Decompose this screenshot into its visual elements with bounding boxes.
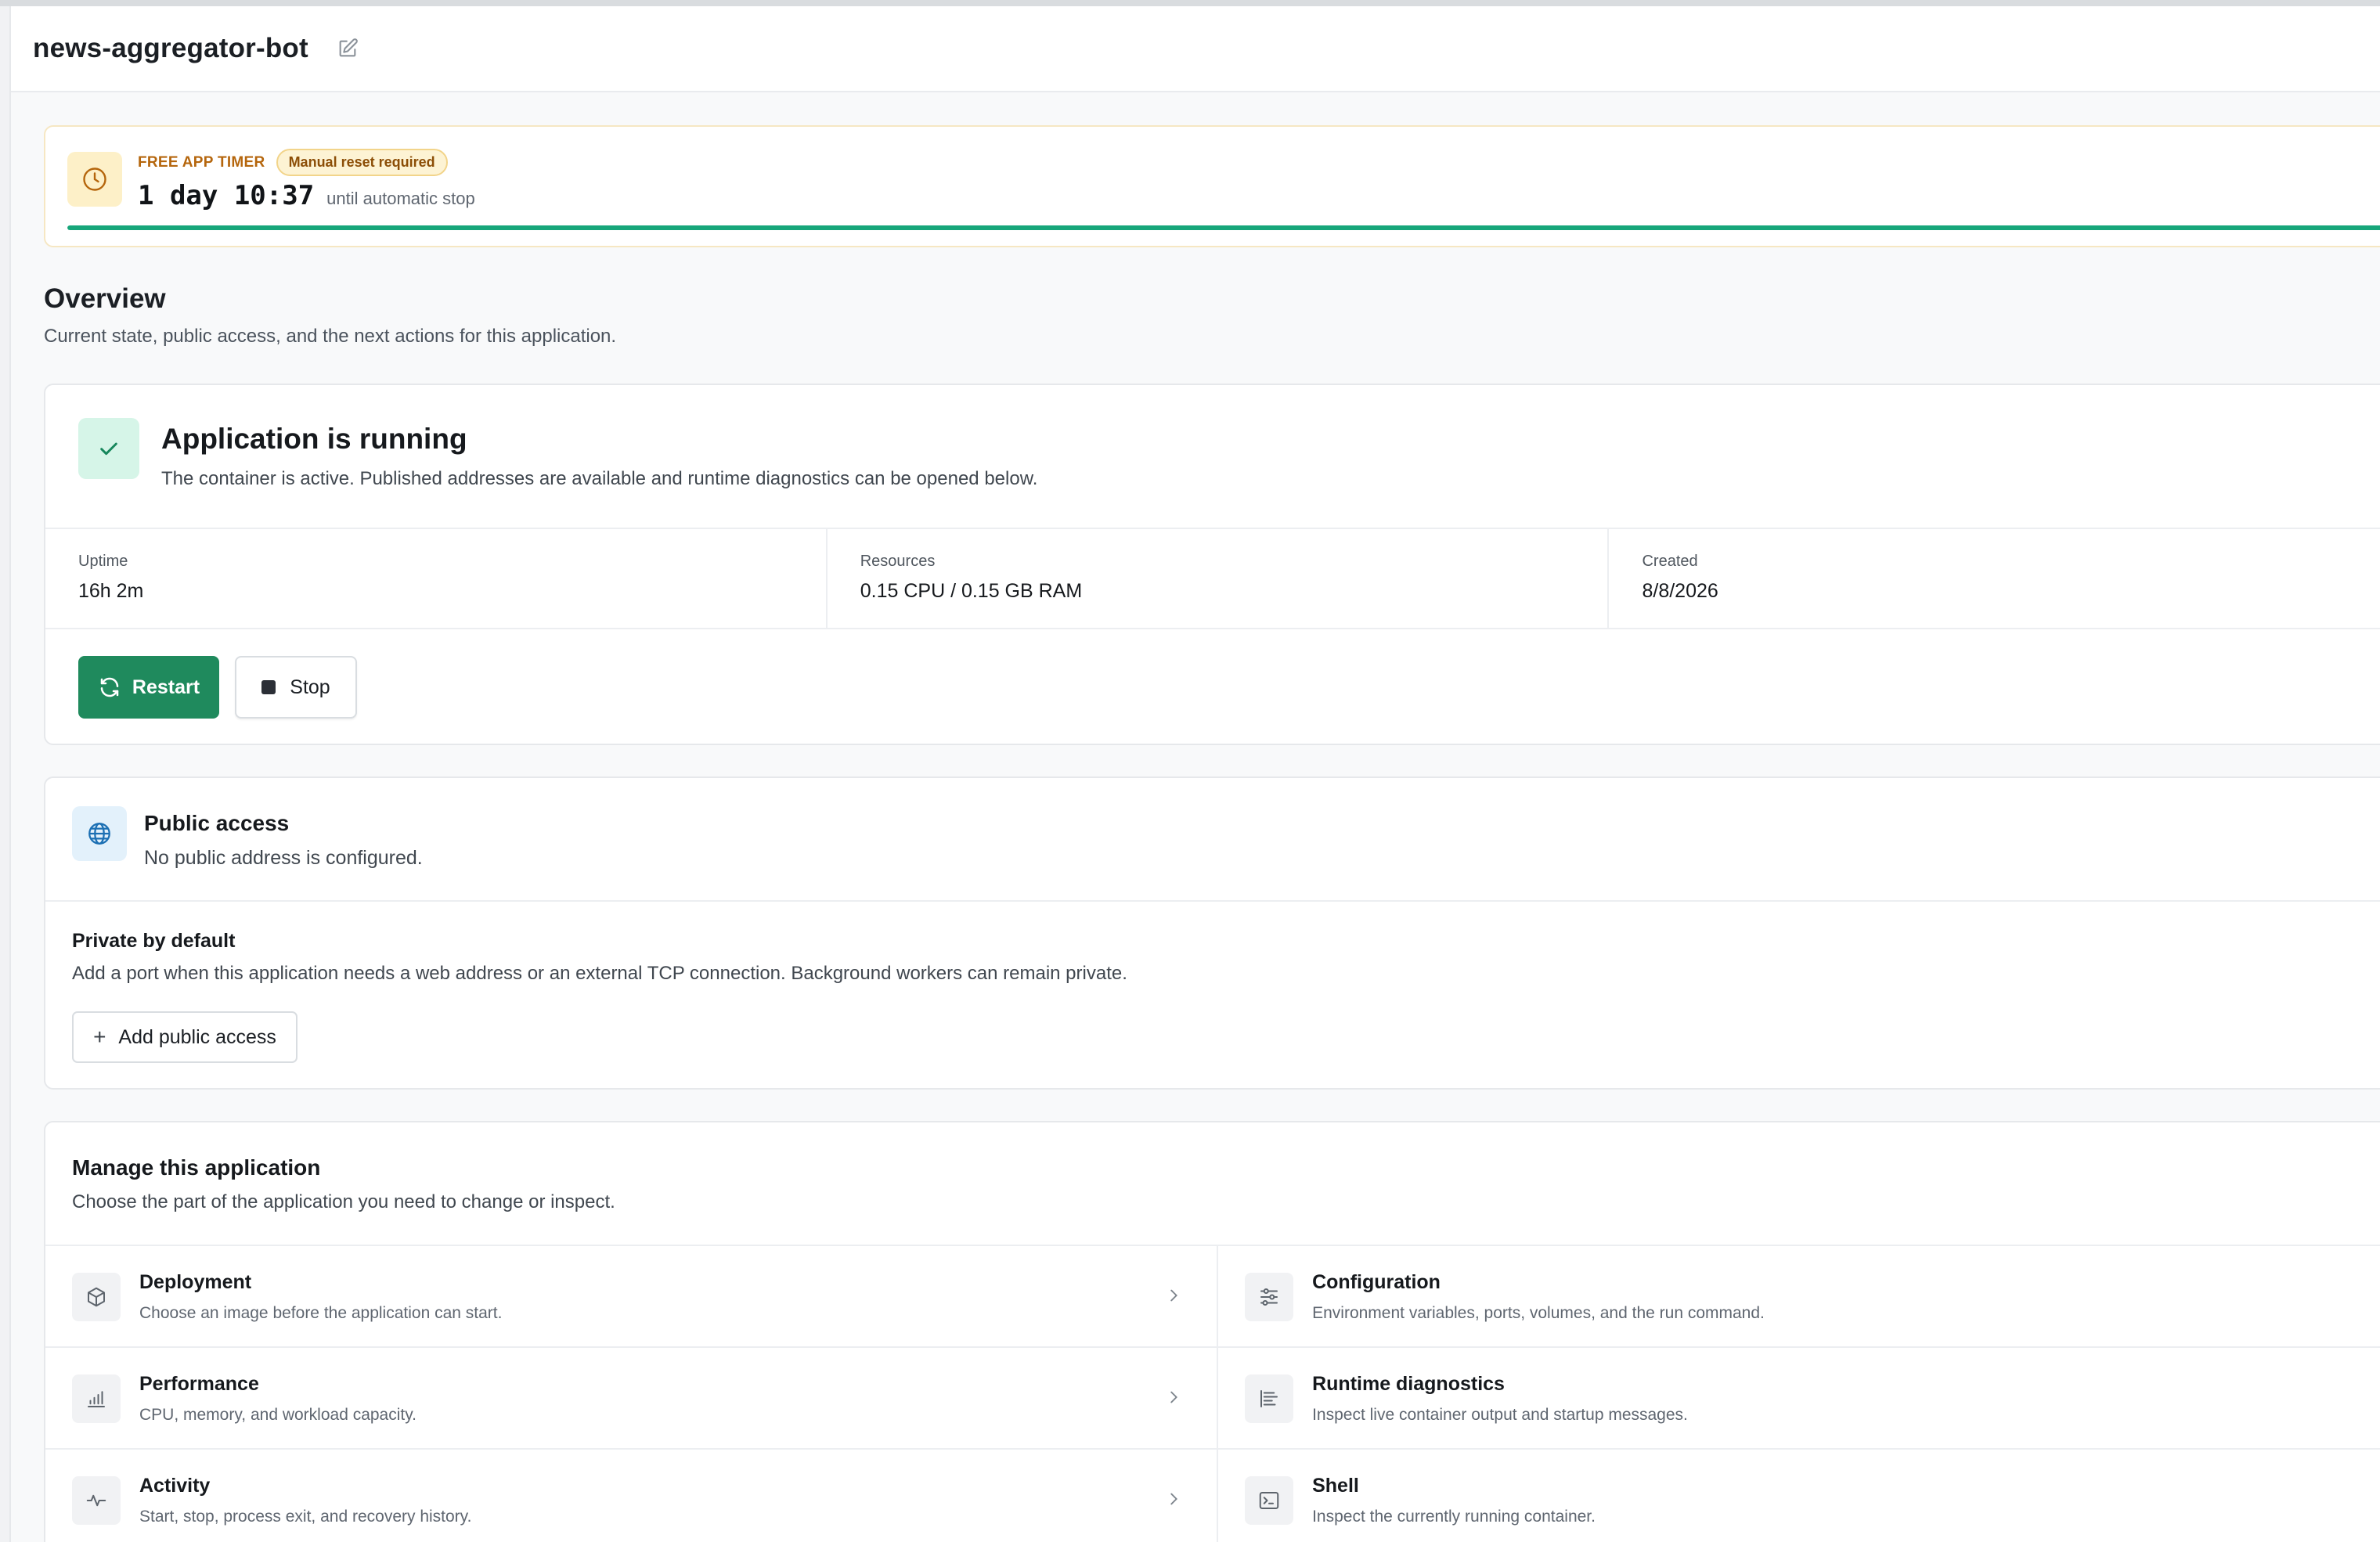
restart-button[interactable]: Restart xyxy=(78,656,219,719)
manage-grid: Deployment Choose an image before the ap… xyxy=(45,1245,2380,1542)
stat-value: 16h 2m xyxy=(78,580,144,602)
free-app-timer-banner: FREE APP TIMER Manual reset required 1 d… xyxy=(44,125,2380,247)
timer-label: FREE APP TIMER xyxy=(138,153,265,171)
manage-item-label: Activity xyxy=(139,1475,211,1497)
manage-subtitle: Choose the part of the application you n… xyxy=(72,1191,615,1212)
manage-item-label: Runtime diagnostics xyxy=(1312,1373,1505,1395)
bar-chart-icon xyxy=(72,1374,121,1423)
private-default-title: Private by default xyxy=(72,930,236,952)
manage-item-label: Deployment xyxy=(139,1271,252,1293)
overview-title: Overview xyxy=(44,283,166,314)
sliders-icon xyxy=(1245,1273,1294,1321)
manage-item-label: Configuration xyxy=(1312,1271,1441,1293)
manage-item-description: Environment variables, ports, volumes, a… xyxy=(1312,1304,1765,1322)
stat-label: Resources xyxy=(860,553,936,570)
status-card: Application is running The container is … xyxy=(44,384,2380,745)
page-header: news-aggregator-bot xyxy=(11,6,2380,92)
divider xyxy=(45,900,2380,902)
stat-label: Created xyxy=(1642,553,1698,570)
timer-countdown: 1 day 10:37 xyxy=(138,180,315,211)
chevron-right-icon xyxy=(1162,1284,1185,1307)
box-icon xyxy=(72,1273,121,1321)
stat-uptime: Uptime 16h 2m xyxy=(45,529,828,628)
add-public-access-button[interactable]: + Add public access xyxy=(72,1011,298,1063)
stat-resources: Resources 0.15 CPU / 0.15 GB RAM xyxy=(828,529,1610,628)
manage-title: Manage this application xyxy=(72,1155,321,1180)
manage-item-description: Choose an image before the application c… xyxy=(139,1304,503,1322)
status-stats: Uptime 16h 2m Resources 0.15 CPU / 0.15 … xyxy=(45,528,2380,629)
stop-icon xyxy=(261,680,276,694)
public-access-description: No public address is configured. xyxy=(144,847,423,869)
top-border xyxy=(0,0,2380,6)
add-public-access-label: Add public access xyxy=(118,1025,276,1048)
manage-item-performance[interactable]: Performance CPU, memory, and workload ca… xyxy=(45,1348,1219,1448)
manual-reset-badge: Manual reset required xyxy=(276,149,448,176)
manage-item-label: Shell xyxy=(1312,1475,1359,1497)
restart-label: Restart xyxy=(132,676,200,698)
edit-icon[interactable] xyxy=(335,36,360,61)
manage-card: Manage this application Choose the part … xyxy=(44,1121,2380,1542)
timer-progress-fill xyxy=(67,225,2380,230)
logs-icon xyxy=(1245,1374,1294,1423)
restart-icon xyxy=(100,677,119,697)
public-access-card: Public access No public address is confi… xyxy=(44,776,2380,1090)
timer-progress-bar xyxy=(67,225,2380,230)
manage-item-description: Inspect live container output and startu… xyxy=(1312,1406,1688,1424)
clock-icon xyxy=(67,152,122,207)
status-title: Application is running xyxy=(161,423,467,455)
manage-item-activity[interactable]: Activity Start, stop, process exit, and … xyxy=(45,1450,1219,1542)
check-icon xyxy=(78,418,139,479)
manage-item-description: CPU, memory, and workload capacity. xyxy=(139,1406,417,1424)
manage-item-description: Inspect the currently running container. xyxy=(1312,1508,1596,1526)
manage-item-label: Performance xyxy=(139,1373,259,1395)
activity-icon xyxy=(72,1476,121,1525)
manage-item-shell[interactable]: Shell Inspect the currently running cont… xyxy=(1218,1450,2380,1542)
plus-icon: + xyxy=(93,1025,106,1049)
stat-value: 8/8/2026 xyxy=(1642,580,1718,602)
terminal-icon xyxy=(1245,1476,1294,1525)
stop-button[interactable]: Stop xyxy=(235,656,357,719)
chevron-right-icon xyxy=(1162,1487,1185,1511)
stat-value: 0.15 CPU / 0.15 GB RAM xyxy=(860,580,1083,602)
public-access-title: Public access xyxy=(144,811,290,835)
overview-subtitle: Current state, public access, and the ne… xyxy=(44,326,617,347)
status-description: The container is active. Published addre… xyxy=(161,468,1038,489)
manage-item-configuration[interactable]: Configuration Environment variables, por… xyxy=(1218,1246,2380,1346)
globe-icon xyxy=(72,806,127,861)
stat-created: Created 8/8/2026 xyxy=(1609,529,2380,628)
stop-label: Stop xyxy=(290,676,330,698)
app-name: news-aggregator-bot xyxy=(33,33,308,63)
manage-item-description: Start, stop, process exit, and recovery … xyxy=(139,1508,472,1526)
manage-item-deployment[interactable]: Deployment Choose an image before the ap… xyxy=(45,1246,1219,1346)
chevron-right-icon xyxy=(1162,1385,1185,1409)
manage-item-runtime-diagnostics[interactable]: Runtime diagnostics Inspect live contain… xyxy=(1218,1348,2380,1448)
left-rail xyxy=(0,6,11,1542)
timer-suffix: until automatic stop xyxy=(326,189,475,208)
stat-label: Uptime xyxy=(78,553,128,570)
private-default-description: Add a port when this application needs a… xyxy=(72,963,1127,984)
